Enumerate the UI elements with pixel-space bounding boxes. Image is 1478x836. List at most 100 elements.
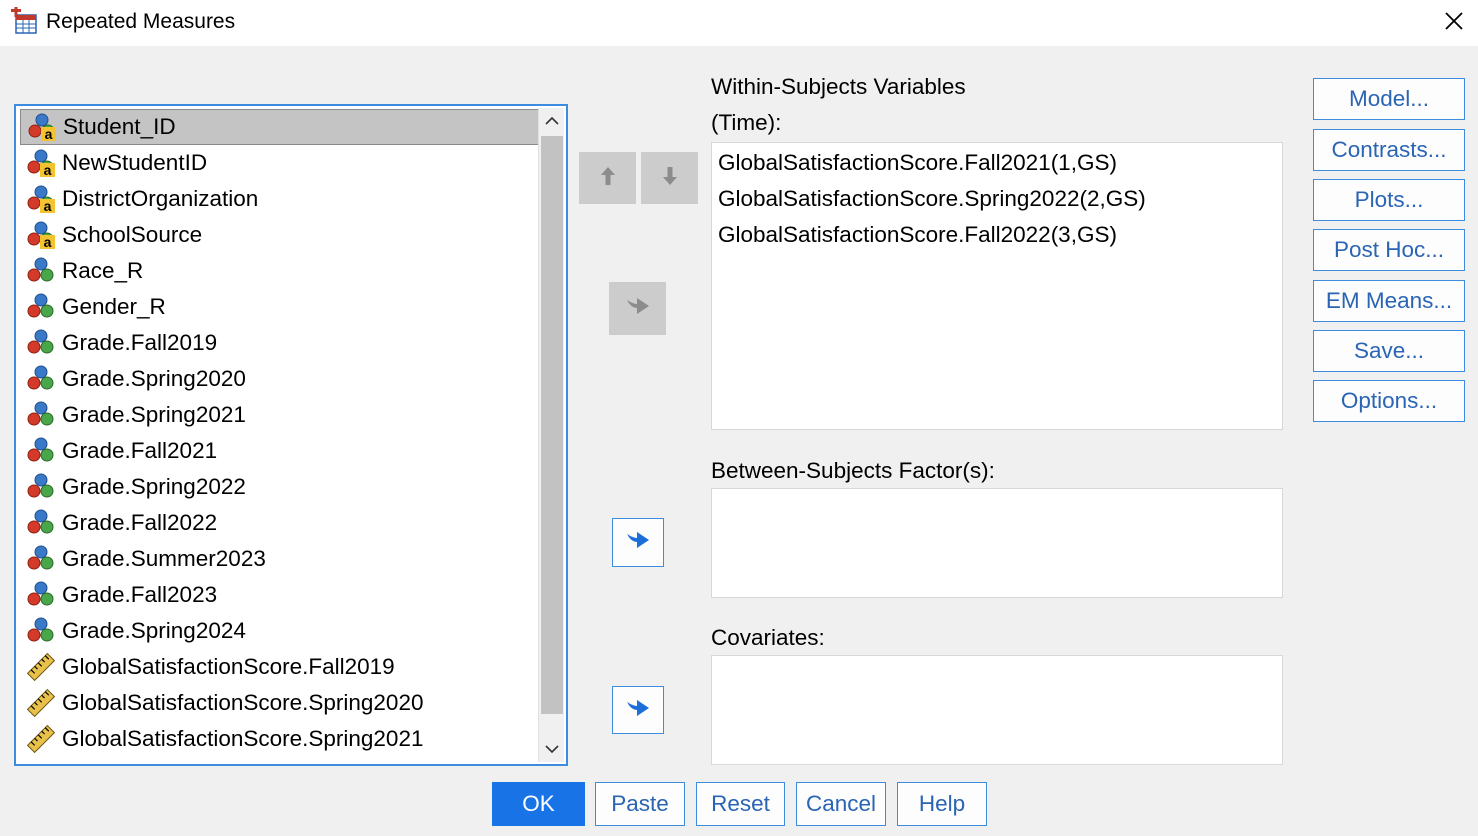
variable-name: Grade.Fall2021 — [62, 438, 218, 463]
variable-list-item[interactable]: GlobalSatisfactionScore.Fall2019 — [20, 649, 540, 685]
nominal-icon — [26, 400, 56, 430]
variable-list-item[interactable]: Grade.Fall2023 — [20, 577, 540, 613]
save-button-label: Save... — [1353, 338, 1425, 363]
variable-list-scrollbar[interactable] — [538, 108, 564, 762]
covariates-label: Covariates: — [711, 625, 825, 650]
cancel-button[interactable]: Cancel — [796, 782, 886, 826]
variable-list-item[interactable]: Grade.Spring2020 — [20, 361, 540, 397]
between-subjects-list[interactable] — [711, 488, 1283, 598]
nominal-icon — [26, 292, 56, 322]
model-button[interactable]: Model... — [1313, 78, 1465, 120]
variable-list-item[interactable]: Gender_R — [20, 289, 540, 325]
post-hoc-button[interactable]: Post Hoc... — [1313, 229, 1465, 271]
move-to-within-button[interactable] — [609, 282, 666, 335]
nominal-string-icon: a — [27, 112, 57, 142]
variable-list-item[interactable]: a SchoolSource — [20, 217, 540, 253]
variable-name: Gender_R — [62, 294, 166, 319]
arrow-up-icon — [597, 164, 619, 193]
variable-name: Grade.Spring2022 — [62, 474, 246, 499]
within-subjects-item[interactable]: GlobalSatisfactionScore.Spring2022(2,GS) — [712, 181, 1282, 217]
variable-list-item[interactable]: GlobalSatisfactionScore.Spring2021 — [20, 721, 540, 757]
variable-list-item[interactable]: Grade.Fall2019 — [20, 325, 540, 361]
arrow-right-icon — [623, 294, 653, 323]
source-variable-list[interactable]: a Student_ID a NewStudentID a DistrictOr… — [14, 104, 568, 766]
variable-list-item[interactable]: Grade.Spring2024 — [20, 613, 540, 649]
ok-button[interactable]: OK — [492, 782, 585, 826]
variable-list-item[interactable]: Grade.Fall2022 — [20, 505, 540, 541]
variable-name: Race_R — [62, 258, 144, 283]
variable-list-item[interactable]: Race_R — [20, 253, 540, 289]
ok-button-label: OK — [522, 791, 555, 816]
em-means-button-label: EM Means... — [1325, 288, 1453, 313]
em-means-button[interactable]: EM Means... — [1313, 280, 1465, 322]
variable-name: Grade.Spring2024 — [62, 618, 246, 643]
paste-button[interactable]: Paste — [595, 782, 685, 826]
nominal-icon — [26, 580, 56, 610]
nominal-icon — [26, 472, 56, 502]
scrollbar-thumb[interactable] — [541, 136, 563, 714]
variable-name: GlobalSatisfactionScore.Spring2020 — [62, 690, 424, 715]
move-to-between-button[interactable] — [612, 518, 664, 567]
close-button[interactable] — [1432, 4, 1476, 42]
nominal-string-icon: a — [26, 220, 56, 250]
within-subjects-factor-label: (Time): — [711, 110, 782, 135]
svg-text:a: a — [44, 162, 52, 178]
help-button[interactable]: Help — [897, 782, 987, 826]
variable-name: Grade.Fall2023 — [62, 582, 218, 607]
move-down-button[interactable] — [641, 152, 698, 204]
nominal-icon — [26, 256, 56, 286]
covariates-list[interactable] — [711, 655, 1283, 765]
variable-name: DistrictOrganization — [62, 186, 259, 211]
save-button[interactable]: Save... — [1313, 330, 1465, 372]
variable-list-item[interactable]: Grade.Fall2021 — [20, 433, 540, 469]
nominal-string-icon: a — [26, 184, 56, 214]
post-hoc-button-label: Post Hoc... — [1333, 237, 1445, 262]
options-button-label: Options... — [1340, 388, 1438, 413]
variable-name: NewStudentID — [62, 150, 208, 175]
reset-button[interactable]: Reset — [696, 782, 785, 826]
variable-list-item[interactable]: a DistrictOrganization — [20, 181, 540, 217]
title-bar: Repeated Measures — [0, 0, 1478, 46]
contrasts-button-label: Contrasts... — [1331, 137, 1447, 162]
nominal-icon — [26, 616, 56, 646]
variable-name: Grade.Spring2021 — [62, 402, 246, 427]
within-subjects-label: Within-Subjects Variables — [711, 74, 966, 99]
variable-list-item[interactable]: Grade.Summer2023 — [20, 541, 540, 577]
move-up-button[interactable] — [579, 152, 636, 204]
arrow-right-icon — [623, 528, 653, 557]
window-title: Repeated Measures — [46, 10, 236, 33]
variable-name: Grade.Fall2022 — [62, 510, 218, 535]
plots-button-label: Plots... — [1354, 187, 1424, 212]
options-button[interactable]: Options... — [1313, 380, 1465, 422]
variable-name: GlobalSatisfactionScore.Fall2019 — [62, 654, 395, 679]
variable-list-item[interactable]: GlobalSatisfactionScore.Spring2020 — [20, 685, 540, 721]
within-subjects-item[interactable]: GlobalSatisfactionScore.Fall2022(3,GS) — [712, 217, 1282, 253]
move-to-covariates-button[interactable] — [612, 686, 664, 734]
variable-name: Student_ID — [63, 114, 176, 139]
plots-button[interactable]: Plots... — [1313, 179, 1465, 221]
repeated-measures-app-icon — [10, 7, 38, 35]
svg-text:a: a — [44, 234, 52, 250]
variable-list-item[interactable]: Grade.Spring2021 — [20, 397, 540, 433]
within-subjects-list[interactable]: GlobalSatisfactionScore.Fall2021(1,GS) Gl… — [711, 142, 1283, 430]
within-subjects-item[interactable]: GlobalSatisfactionScore.Fall2021(1,GS) — [712, 145, 1282, 181]
nominal-icon — [26, 544, 56, 574]
help-button-label: Help — [918, 791, 966, 816]
scroll-up-arrow[interactable] — [539, 108, 565, 134]
variable-list-item[interactable]: a NewStudentID — [20, 145, 540, 181]
variable-list-item[interactable]: Grade.Spring2022 — [20, 469, 540, 505]
nominal-icon — [26, 436, 56, 466]
scroll-down-arrow[interactable] — [539, 736, 565, 762]
variable-name: SchoolSource — [62, 222, 203, 247]
nominal-string-icon: a — [26, 148, 56, 178]
contrasts-button[interactable]: Contrasts... — [1313, 129, 1465, 171]
model-button-label: Model... — [1348, 86, 1430, 111]
nominal-icon — [26, 328, 56, 358]
variable-name: Grade.Fall2019 — [62, 330, 218, 355]
cancel-button-label: Cancel — [805, 791, 877, 816]
arrow-right-icon — [623, 696, 653, 725]
nominal-icon — [26, 364, 56, 394]
close-icon — [1444, 11, 1464, 36]
variable-list-item[interactable]: a Student_ID — [20, 109, 540, 145]
scale-ruler-icon — [26, 652, 56, 682]
